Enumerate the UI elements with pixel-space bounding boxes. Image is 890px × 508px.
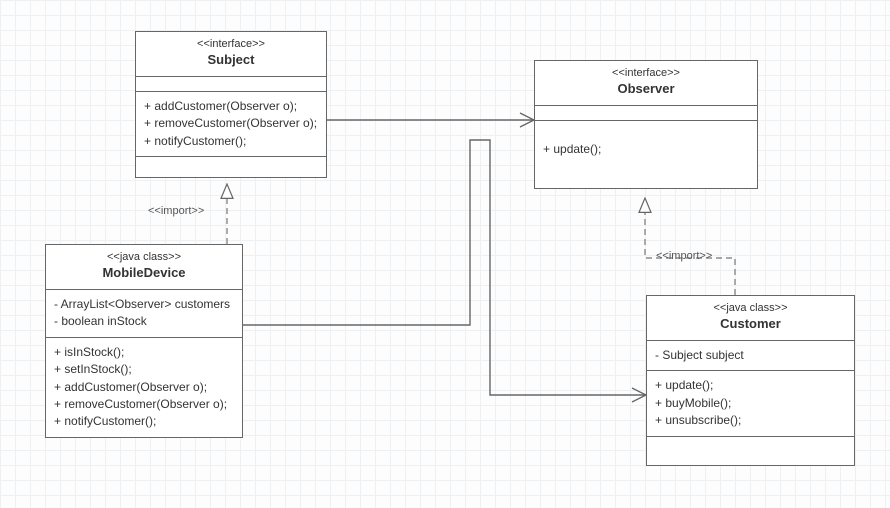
class-header: <<java class>> Customer xyxy=(647,296,854,341)
attribute: - boolean inStock xyxy=(54,313,234,330)
operation: + removeCustomer(Observer o); xyxy=(144,115,318,132)
attribute: - Subject subject xyxy=(655,347,846,364)
stereotype-label: <<interface>> xyxy=(539,67,753,81)
attributes-section: - ArrayList<Observer> customers - boolea… xyxy=(46,290,242,338)
operation: + update(); xyxy=(543,141,749,158)
operation: + buyMobile(); xyxy=(655,395,846,412)
attribute: - ArrayList<Observer> customers xyxy=(54,296,234,313)
attributes-section xyxy=(136,77,326,92)
stereotype-label: <<interface>> xyxy=(140,38,322,52)
extra-section xyxy=(647,437,854,465)
edge-customer-to-observer xyxy=(645,198,735,295)
class-subject[interactable]: <<interface>> Subject + addCustomer(Obse… xyxy=(135,31,327,178)
operations-section: + addCustomer(Observer o); + removeCusto… xyxy=(136,92,326,157)
attributes-section xyxy=(535,106,757,121)
class-name: Customer xyxy=(651,316,850,332)
stereotype-label: <<java class>> xyxy=(651,302,850,316)
operation: + notifyCustomer(); xyxy=(54,413,234,430)
operation: + addCustomer(Observer o); xyxy=(144,98,318,115)
operation: + update(); xyxy=(655,377,846,394)
operation: + addCustomer(Observer o); xyxy=(54,379,234,396)
extra-section xyxy=(136,157,326,177)
stereotype-label: <<java class>> xyxy=(50,251,238,265)
class-header: <<interface>> Subject xyxy=(136,32,326,77)
class-customer[interactable]: <<java class>> Customer - Subject subjec… xyxy=(646,295,855,466)
class-header: <<interface>> Observer xyxy=(535,61,757,106)
class-name: MobileDevice xyxy=(50,265,238,281)
class-name: Subject xyxy=(140,52,322,68)
edge-label-import-customer: <<import>> xyxy=(656,250,712,262)
class-observer[interactable]: <<interface>> Observer + update(); xyxy=(534,60,758,189)
operations-section: + update(); xyxy=(535,121,757,188)
operation: + setInStock(); xyxy=(54,361,234,378)
operation: + isInStock(); xyxy=(54,344,234,361)
class-header: <<java class>> MobileDevice xyxy=(46,245,242,290)
operations-section: + isInStock(); + setInStock(); + addCust… xyxy=(46,338,242,437)
class-mobile-device[interactable]: <<java class>> MobileDevice - ArrayList<… xyxy=(45,244,243,438)
class-name: Observer xyxy=(539,81,753,97)
operation: + removeCustomer(Observer o); xyxy=(54,396,234,413)
attributes-section: - Subject subject xyxy=(647,341,854,371)
operation: + unsubscribe(); xyxy=(655,412,846,429)
operations-section: + update(); + buyMobile(); + unsubscribe… xyxy=(647,371,854,436)
edge-label-import-mobile: <<import>> xyxy=(148,205,204,217)
operation: + notifyCustomer(); xyxy=(144,133,318,150)
